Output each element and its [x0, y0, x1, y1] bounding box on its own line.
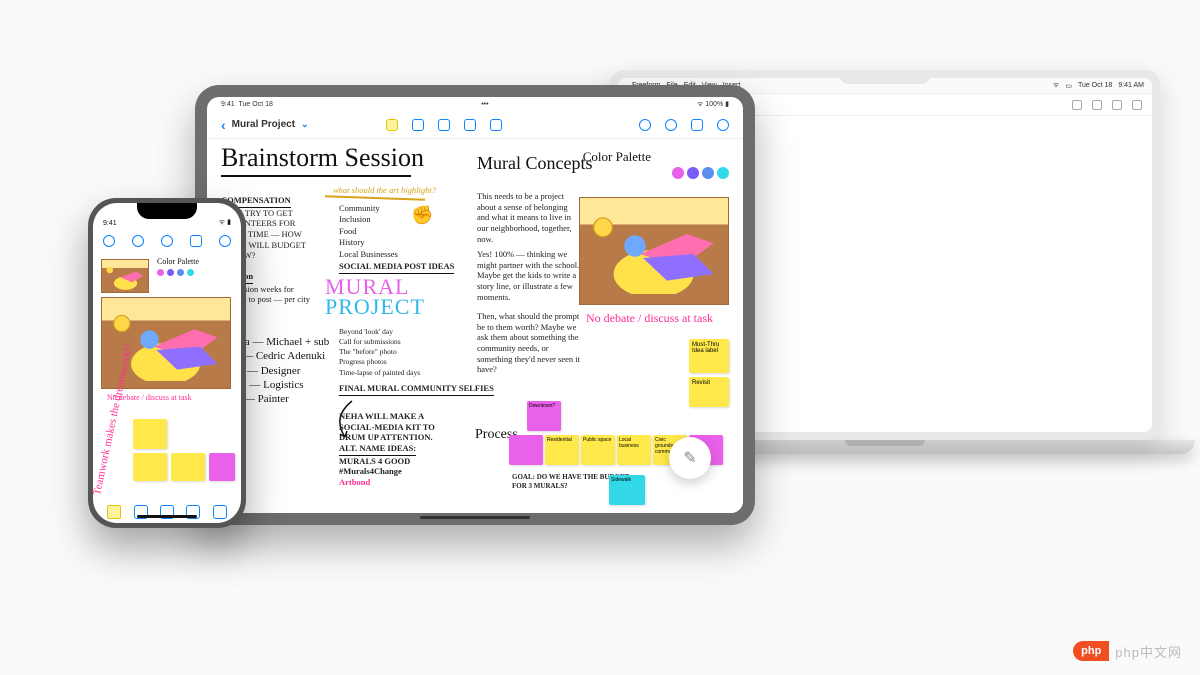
- sticky-magenta[interactable]: [509, 435, 543, 465]
- heading-highlight-q: what should the art highlight?: [333, 185, 436, 196]
- back-icon[interactable]: [103, 235, 115, 247]
- ipad-freeform-canvas[interactable]: Brainstorm Session COMPENSATION LET'S TR…: [207, 139, 743, 513]
- watermark-text: php中文网: [1115, 642, 1182, 661]
- share-icon[interactable]: [190, 235, 202, 247]
- mural-illustration: [579, 197, 729, 305]
- undo-icon[interactable]: [639, 119, 651, 131]
- sticky-yellow[interactable]: Revisit: [689, 377, 729, 407]
- sticky-yellow[interactable]: [133, 453, 167, 481]
- altname: MURALS 4 GOOD: [339, 456, 410, 466]
- ipad-toolbar: ‹ Mural Project ⌄: [207, 111, 743, 139]
- social-item: Call for submissions: [339, 337, 420, 347]
- altname: Artbond: [339, 477, 370, 487]
- social-item: Progress photos: [339, 357, 420, 367]
- color-palette: [157, 269, 194, 276]
- mural-thumbnail: [101, 259, 149, 293]
- media-tool-icon[interactable]: [412, 119, 424, 131]
- sticky-tool-icon[interactable]: [386, 119, 398, 131]
- watermark: php php中文网: [1073, 641, 1182, 661]
- note-neha: NEHA WILL MAKE A SOCIAL-MEDIA KIT TO DRU…: [339, 411, 435, 442]
- sticky-yellow[interactable]: [171, 453, 205, 481]
- color-palette: [672, 167, 729, 179]
- more-icon[interactable]: [717, 119, 729, 131]
- altname: #Murals4Change: [339, 466, 402, 476]
- iphone-toolbar: [93, 229, 241, 253]
- underline: [221, 175, 411, 177]
- battery-icon: ▭: [1065, 82, 1072, 90]
- text-tool-icon[interactable]: [464, 119, 476, 131]
- mural-svg: [587, 214, 720, 294]
- palette-swatch: [167, 269, 174, 276]
- iphone-device: 9:41 ᯤ ▮ Color Palette: [88, 198, 246, 528]
- collaborate-icon[interactable]: [1132, 100, 1142, 110]
- palette-swatch: [672, 167, 684, 179]
- undo-icon[interactable]: [132, 235, 144, 247]
- watermark-badge: php: [1073, 641, 1109, 661]
- zoom-icon[interactable]: [1092, 100, 1102, 110]
- collaborate-icon[interactable]: [665, 119, 677, 131]
- share-icon[interactable]: [691, 119, 703, 131]
- shape-tool-icon[interactable]: [438, 119, 450, 131]
- heading-color-palette: Color Palette: [157, 257, 199, 266]
- highlight-item: Food: [339, 226, 398, 237]
- highlight-item: Community: [339, 203, 398, 214]
- sticky-cyan[interactable]: Sidewalk: [609, 475, 645, 505]
- sticky-yellow[interactable]: Must-Thru Idea label: [689, 339, 729, 373]
- palette-swatch: [717, 167, 729, 179]
- heading-social: SOCIAL MEDIA POST IDEAS: [339, 261, 454, 274]
- palette-swatch: [687, 167, 699, 179]
- heading-brainstorm: Brainstorm Session: [221, 143, 424, 173]
- iphone-notch: [137, 203, 197, 219]
- sticky-magenta[interactable]: Downtown?: [527, 401, 561, 431]
- pencil-tool-button[interactable]: [669, 437, 711, 479]
- chevron-down-icon[interactable]: ⌄: [301, 119, 309, 130]
- board-title[interactable]: Mural Project: [232, 119, 295, 130]
- pen-tool-icon[interactable]: [490, 119, 502, 131]
- ipad-status-bar: 9:41 Tue Oct 18 ••• ᯤ 100% ▮: [207, 97, 743, 111]
- social-item: The "before" photo: [339, 347, 420, 357]
- highlight-item: Inclusion: [339, 214, 398, 225]
- palette-swatch: [157, 269, 164, 276]
- highlight-item: History: [339, 237, 398, 248]
- sticky-tool-icon[interactable]: [107, 505, 121, 519]
- wifi-icon: ᯤ: [1053, 81, 1059, 90]
- sidebar-icon[interactable]: [1072, 100, 1082, 110]
- highlight-item: Local Businesses: [339, 249, 398, 260]
- back-icon[interactable]: ‹: [221, 117, 226, 133]
- heading-mural-concepts: Mural Concepts: [477, 153, 592, 174]
- social-item: Time-lapse of painted days: [339, 368, 420, 378]
- heading-color-palette: Color Palette: [583, 149, 651, 165]
- iphone-bottom-toolbar: [93, 499, 241, 523]
- ipad-device: 9:41 Tue Oct 18 ••• ᯤ 100% ▮ ‹ Mural Pro…: [195, 85, 755, 525]
- more-icon[interactable]: [219, 235, 231, 247]
- iphone-freeform-canvas[interactable]: Color Palette: [93, 253, 241, 499]
- share-icon[interactable]: [1112, 100, 1122, 110]
- pen-tool-icon[interactable]: [213, 505, 227, 519]
- note-no-debate: No debate / discuss at task: [586, 311, 713, 326]
- fist-icon: ✊: [411, 205, 433, 226]
- home-indicator[interactable]: [137, 515, 197, 518]
- mac-date: Tue Oct 18: [1078, 82, 1112, 89]
- palette-swatch: [187, 269, 194, 276]
- gold-underline: [325, 195, 425, 200]
- sticky-magenta[interactable]: [209, 453, 235, 481]
- collaborate-icon[interactable]: [161, 235, 173, 247]
- social-item: Beyond 'look' day: [339, 327, 420, 337]
- mac-time: 9:41 AM: [1118, 82, 1144, 89]
- heading-final-mural: FINAL MURAL COMMUNITY SELFIES: [339, 383, 494, 396]
- sticky-yellow[interactable]: Public space: [581, 435, 615, 465]
- heading-alt-names: ALT. NAME IDEAS:: [339, 443, 416, 456]
- note-concept-blurb: This needs to be a project about a sense…: [477, 191, 577, 244]
- sticky-yellow[interactable]: Residential: [545, 435, 579, 465]
- note-prompt-blurb: Then, what should the prompt be to them …: [477, 311, 582, 375]
- wordmark-project: PROJECT: [325, 297, 425, 317]
- note-yes-blurb: Yes! 100% — thinking we might partner wi…: [477, 249, 582, 302]
- palette-swatch: [702, 167, 714, 179]
- sticky-yellow[interactable]: [133, 419, 167, 449]
- sticky-yellow[interactable]: Local business: [617, 435, 651, 465]
- palette-swatch: [177, 269, 184, 276]
